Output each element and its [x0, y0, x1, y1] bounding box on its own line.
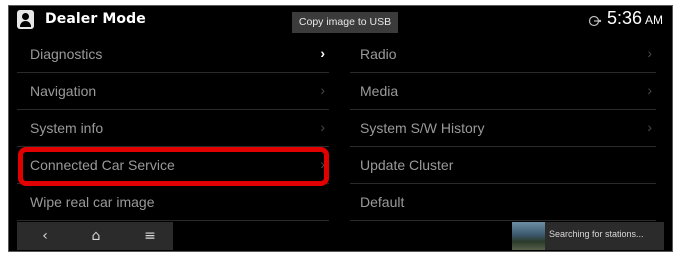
menu-item-label: Media: [360, 83, 399, 99]
copy-image-to-usb-button[interactable]: Copy image to USB: [292, 12, 398, 33]
page-title: Dealer Mode: [45, 11, 146, 27]
chevron-right-icon: ›: [647, 82, 652, 98]
chevron-right-icon: ›: [320, 82, 325, 98]
chevron-right-icon: ›: [320, 45, 325, 61]
menu-item-label: Navigation: [30, 83, 97, 99]
back-icon: ‹: [42, 228, 48, 244]
home-icon: ⌂: [91, 228, 101, 244]
clock: 5:36 AM: [607, 8, 663, 29]
bottom-nav-bar: ‹ ⌂ ≡: [17, 222, 173, 250]
menu-item-label: Radio: [360, 46, 397, 62]
infotainment-screen: Dealer Mode Copy image to USB 5:36 AM Dia…: [8, 5, 673, 252]
menu-button[interactable]: ≡: [130, 222, 170, 250]
menu-item-label: Update Cluster: [360, 157, 454, 173]
menu-item-radio[interactable]: Radio ›: [350, 36, 656, 73]
media-thumbnail: [512, 222, 545, 250]
menu-item-label: System S/W History: [360, 120, 485, 136]
menu-item-label: Default: [360, 194, 405, 210]
menu-item-update-cluster[interactable]: Update Cluster: [350, 147, 656, 184]
menu-item-wipe-real-car-image[interactable]: Wipe real car image: [17, 184, 329, 221]
menu-item-navigation[interactable]: Navigation ›: [17, 73, 329, 110]
chevron-right-icon: ›: [320, 119, 325, 135]
menu-item-label: Wipe real car image: [30, 194, 155, 210]
menu-item-label: Diagnostics: [30, 46, 103, 62]
menu-item-default[interactable]: Default: [350, 184, 656, 221]
right-menu: Radio › Media › System S/W History › Upd…: [350, 36, 656, 221]
home-button[interactable]: ⌂: [76, 222, 116, 250]
menu-item-system-info[interactable]: System info ›: [17, 110, 329, 147]
status-bar: Dealer Mode Copy image to USB 5:36 AM: [9, 6, 672, 36]
dealer-mode-icon: [17, 10, 34, 29]
clock-ampm: AM: [645, 13, 664, 27]
menu-item-system-sw-history[interactable]: System S/W History ›: [350, 110, 656, 147]
media-status-text: Searching for stations...: [549, 229, 644, 239]
chevron-right-icon: ›: [647, 45, 652, 61]
clock-time: 5:36: [607, 8, 643, 28]
menu-icon: ≡: [144, 228, 156, 244]
menu-item-diagnostics[interactable]: Diagnostics ›: [17, 36, 329, 73]
left-menu: Diagnostics › Navigation › System info ›…: [17, 36, 329, 221]
highlight-box: [18, 147, 329, 186]
chevron-right-icon: ›: [647, 119, 652, 135]
media-widget[interactable]: Searching for stations...: [512, 222, 664, 250]
menu-item-media[interactable]: Media ›: [350, 73, 656, 110]
back-button[interactable]: ‹: [25, 222, 65, 250]
connectivity-icon: [588, 15, 602, 27]
menu-item-label: System info: [30, 120, 104, 136]
